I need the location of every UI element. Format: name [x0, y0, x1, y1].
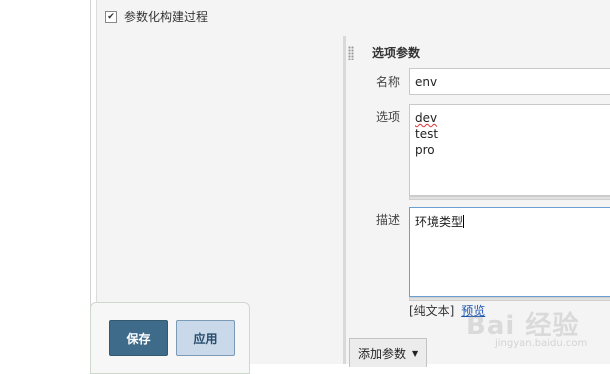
name-label: 名称	[376, 75, 401, 89]
description-text: 环境类型	[415, 215, 464, 229]
description-label: 描述	[376, 213, 401, 227]
choice-parameter-header: 选项参数	[348, 44, 420, 61]
description-textarea[interactable]: 环境类型	[409, 207, 610, 297]
add-parameter-button[interactable]: 添加参数 ▼	[349, 338, 428, 367]
choices-resize-handle[interactable]	[409, 196, 610, 200]
choices-textarea[interactable]: dev test pro	[409, 104, 610, 196]
choice-line: pro	[415, 143, 435, 157]
save-button[interactable]: 保存	[109, 320, 168, 356]
choice-parameter-title: 选项参数	[372, 46, 421, 60]
baidu-watermark: Bai 经验	[466, 311, 580, 341]
plain-text-label: [纯文本]	[409, 304, 455, 318]
parameterized-build-option[interactable]: ✔ 参数化构建过程	[105, 8, 208, 25]
text-caret	[463, 215, 465, 228]
name-input[interactable]	[409, 68, 610, 95]
description-resize-handle[interactable]	[409, 297, 610, 301]
apply-button[interactable]: 应用	[176, 320, 235, 356]
baidu-watermark-url: jingyan.baidu.com	[495, 338, 588, 349]
chevron-down-icon: ▼	[412, 348, 419, 358]
choice-line: dev	[415, 111, 438, 125]
choice-line: test	[415, 127, 439, 141]
parameterized-checkbox[interactable]: ✔	[105, 10, 117, 23]
choices-label: 选项	[376, 110, 401, 124]
parameterized-label: 参数化构建过程	[124, 10, 209, 24]
add-parameter-label: 添加参数	[358, 346, 407, 361]
drag-handle-icon[interactable]	[348, 45, 354, 60]
